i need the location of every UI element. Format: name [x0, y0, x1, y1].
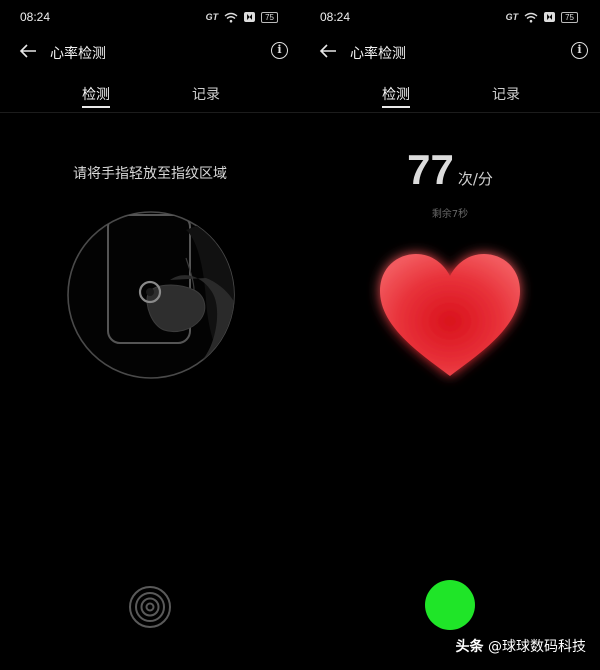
tab-records[interactable]: 记录 [492, 84, 520, 104]
status-icons: GT 75 [506, 10, 578, 24]
status-time: 08:24 [320, 10, 351, 24]
battery-indicator: 75 [261, 11, 278, 23]
bpm-unit: 次/分 [457, 170, 493, 188]
heart-rate-readout: 77 次/分 [300, 146, 600, 194]
tab-records[interactable]: 记录 [192, 84, 220, 104]
sim-icon [544, 12, 556, 22]
tab-bar: 检测 记录 [0, 76, 300, 112]
active-tab-indicator [82, 106, 110, 108]
page-title: 心率检测 [50, 46, 106, 62]
wifi-icon [224, 12, 238, 22]
tab-bar: 检测 记录 [300, 76, 600, 112]
instruction-text: 请将手指轻放至指纹区域 [73, 166, 227, 182]
measure-status-button[interactable] [425, 580, 475, 630]
screen-instruction: 08:24 GT 75 心率检测 i 检测 记录 请将手指轻放至指纹区域 [0, 0, 300, 670]
remaining-time: 剩余7秒 [431, 209, 469, 220]
screen-measuring: 08:24 GT 75 心率检测 i 检测 记录 77 次/分 剩余7秒 头条 … [300, 0, 600, 670]
carrier-badge: GT [205, 12, 219, 22]
tab-detect[interactable]: 检测 [82, 84, 110, 104]
status-bar: 08:24 GT 75 [0, 0, 300, 34]
fingerprint-icon[interactable] [128, 585, 172, 629]
bpm-value: 77 [407, 146, 454, 193]
heart-icon [380, 254, 520, 376]
page-title: 心率检测 [350, 46, 406, 62]
carrier-badge: GT [505, 12, 519, 22]
app-header: 心率检测 i [0, 34, 300, 70]
header-divider [0, 112, 300, 113]
info-icon[interactable]: i [571, 42, 588, 59]
status-time: 08:24 [20, 10, 51, 24]
info-icon[interactable]: i [271, 42, 288, 59]
tab-detect[interactable]: 检测 [382, 84, 410, 104]
app-header: 心率检测 i [300, 34, 600, 70]
battery-indicator: 75 [561, 11, 578, 23]
watermark-brand: 头条 [455, 639, 484, 655]
finger-on-sensor-illustration [67, 211, 235, 379]
status-bar: 08:24 GT 75 [300, 0, 600, 34]
back-arrow-icon[interactable] [18, 42, 38, 60]
back-arrow-icon[interactable] [318, 42, 338, 60]
active-tab-indicator [382, 106, 410, 108]
status-icons: GT 75 [206, 10, 278, 24]
header-divider [300, 112, 600, 113]
wifi-icon [524, 12, 538, 22]
watermark: 头条 @球球数码科技 [456, 636, 586, 656]
watermark-handle: @球球数码科技 [488, 639, 586, 655]
sim-icon [244, 12, 256, 22]
